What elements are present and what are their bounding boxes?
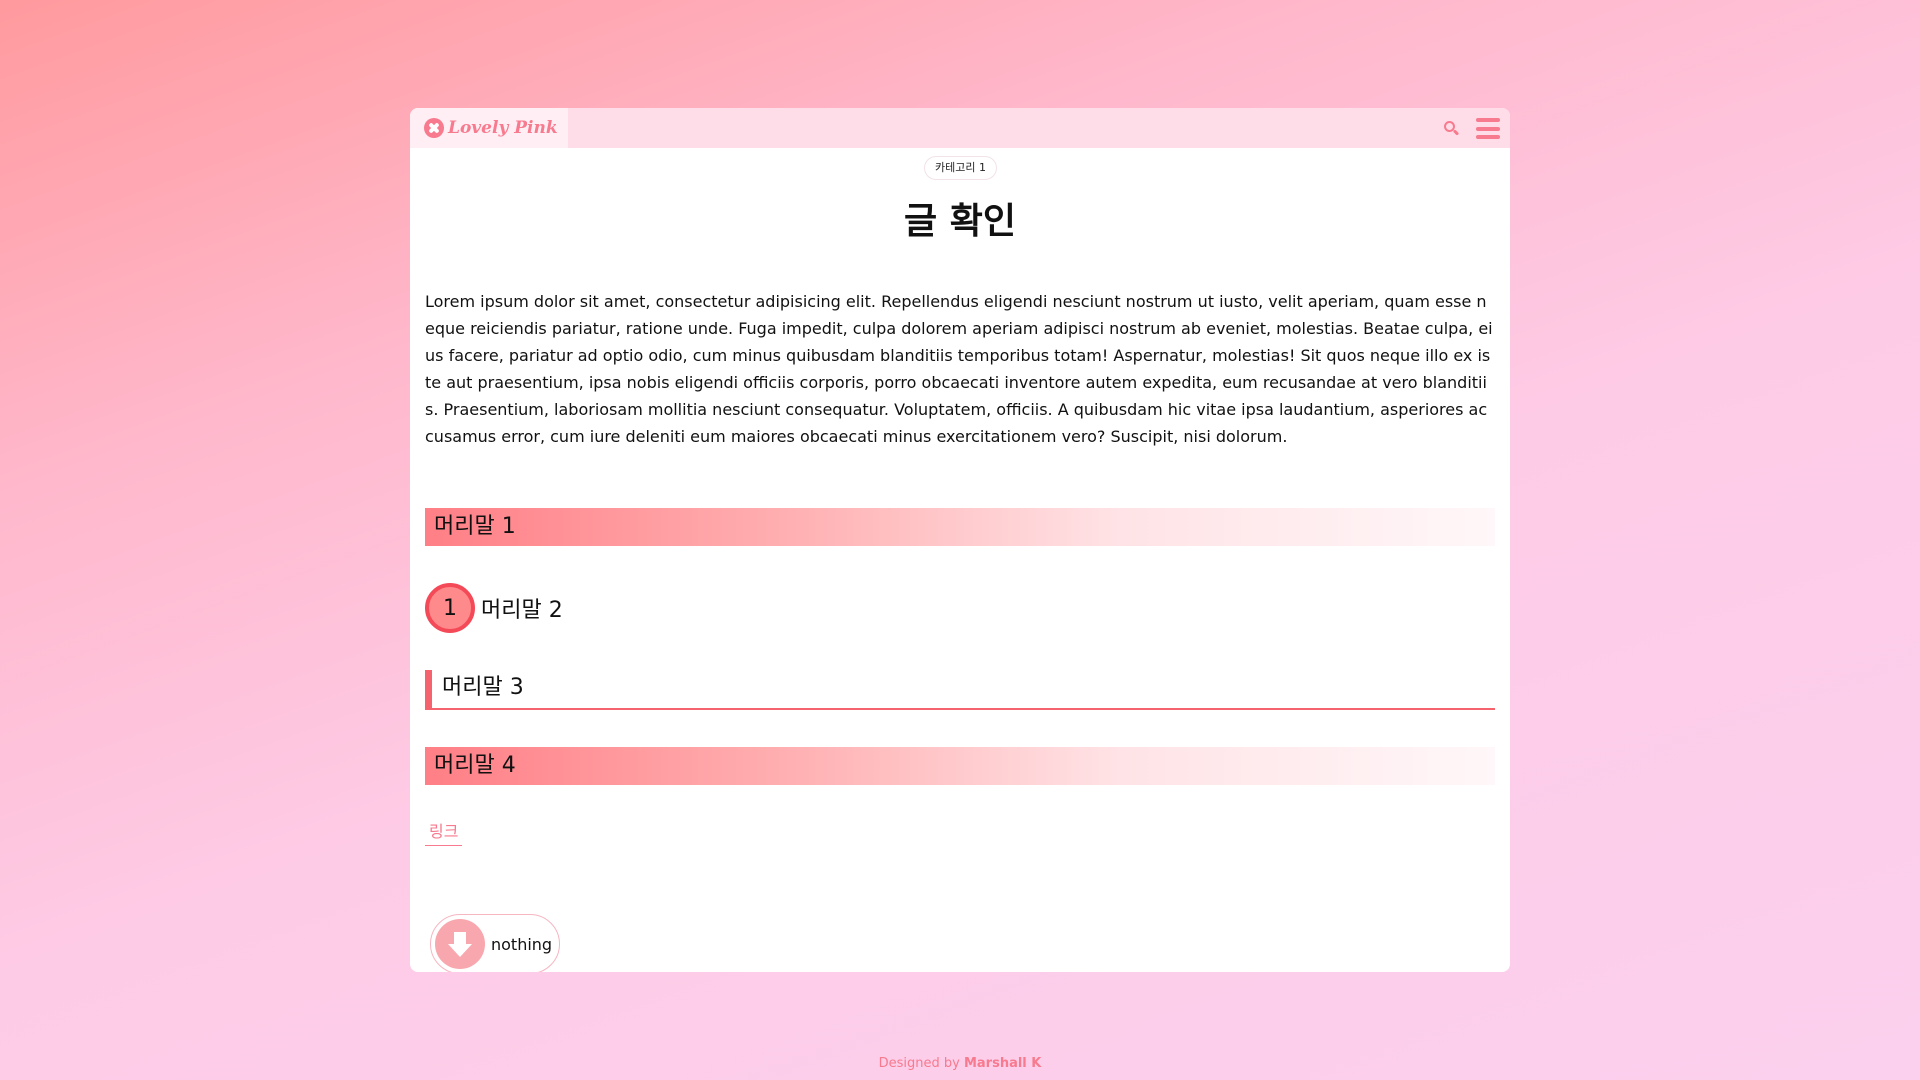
post-link[interactable]: 링크 <box>425 818 463 846</box>
heading-number-badge: 1 <box>425 583 475 633</box>
heading-4: 머리말 4 <box>425 747 1495 785</box>
post-body: Lorem ipsum dolor sit amet, consectetur … <box>425 292 1493 446</box>
logo-text: Lovely Pink <box>448 118 558 138</box>
footer-author-link[interactable]: Marshall K <box>964 1056 1041 1071</box>
footer-credit: Designed by Marshall K <box>0 1056 1920 1071</box>
search-icon[interactable] <box>1444 121 1460 136</box>
heading-2-text: 머리말 2 <box>481 598 563 623</box>
footer-prefix: Designed by <box>878 1056 964 1071</box>
ribbon-x-icon <box>424 118 444 138</box>
category-badge[interactable]: 카테고리 1 <box>924 156 997 180</box>
heading-3: 머리말 3 <box>425 670 1495 710</box>
nothing-button-label: nothing <box>491 934 553 954</box>
nothing-button[interactable]: nothing <box>430 914 560 972</box>
heading-2: 1 머리말 2 <box>425 583 563 633</box>
blog-logo[interactable]: Lovely Pink <box>410 108 568 148</box>
heading-1: 머리말 1 <box>425 508 1495 546</box>
menu-icon[interactable] <box>1476 118 1500 139</box>
post-card: Lovely Pink 카테고리 1 글 확인 Lorem ipsum dolo… <box>410 108 1510 972</box>
arrow-down-icon <box>435 919 485 969</box>
top-bar: Lovely Pink <box>410 108 1510 148</box>
post-title: 글 확인 <box>904 200 1016 242</box>
